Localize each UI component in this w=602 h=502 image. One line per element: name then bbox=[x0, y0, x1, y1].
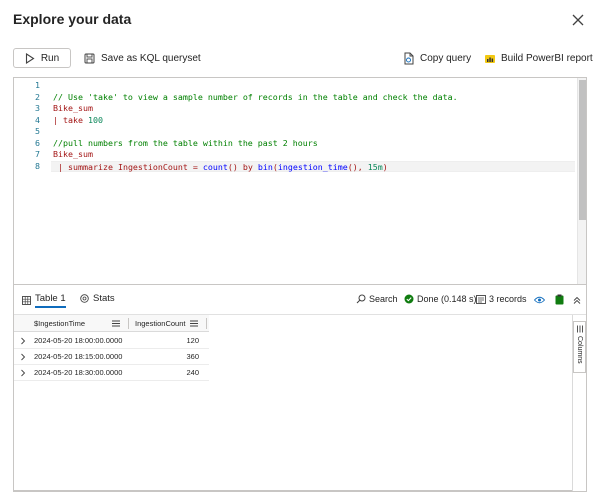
search-label: Search bbox=[369, 294, 398, 304]
table-icon bbox=[22, 296, 31, 305]
expand-row-chevron-icon[interactable] bbox=[20, 369, 26, 377]
line-number: 4 bbox=[35, 114, 40, 125]
line-number: 7 bbox=[35, 149, 40, 159]
stats-icon bbox=[80, 294, 89, 303]
table-row[interactable]: 2024-05-20 18:30:00.0000 240 bbox=[14, 365, 209, 381]
pipe-operator: | bbox=[53, 114, 63, 125]
record-count: 3 records bbox=[476, 294, 527, 304]
tab-table-1-label: Table 1 bbox=[35, 293, 66, 308]
line-number: 5 bbox=[35, 126, 40, 136]
editor-scrollbar-thumb[interactable] bbox=[579, 80, 586, 220]
columns-side-panel: Columns bbox=[572, 315, 586, 491]
run-button[interactable]: Run bbox=[13, 48, 71, 68]
count-function: count bbox=[202, 161, 228, 172]
search-icon bbox=[356, 294, 366, 304]
close-paren: ) bbox=[382, 161, 388, 172]
success-check-icon bbox=[404, 294, 414, 304]
line-number: 3 bbox=[35, 103, 40, 113]
expand-row-chevron-icon[interactable] bbox=[20, 353, 26, 361]
clipboard-icon[interactable] bbox=[555, 294, 564, 305]
records-text: 3 records bbox=[489, 294, 527, 304]
build-powerbi-label: Build PowerBI report bbox=[501, 52, 593, 64]
cell-ingestion-count: 120 bbox=[186, 336, 199, 345]
query-workspace: 1 2 3 4 5 6 7 8 // Use 'take' to view a … bbox=[13, 77, 587, 491]
copy-document-icon bbox=[404, 52, 414, 64]
cell-ingestion-time: 2024-05-20 18:00:00.0000 bbox=[34, 336, 123, 345]
search-results-button[interactable]: Search bbox=[356, 294, 398, 304]
column-menu-icon[interactable] bbox=[112, 320, 120, 327]
column-header-ingestion-count[interactable]: IngestionCount bbox=[135, 315, 185, 332]
code-area[interactable]: // Use 'take' to view a sample number of… bbox=[51, 80, 575, 172]
line-number: 8 bbox=[35, 160, 40, 171]
code-line-6-comment: //pull numbers from the table within the… bbox=[53, 137, 318, 148]
columns-icon bbox=[577, 325, 583, 333]
bin-function: bin bbox=[257, 161, 273, 172]
table-row[interactable]: 2024-05-20 18:15:00.0000 360 bbox=[14, 349, 209, 365]
pipe-operator: | bbox=[53, 161, 68, 172]
table-row[interactable]: 2024-05-20 18:00:00.0000 120 bbox=[14, 333, 209, 349]
cell-ingestion-time: 2024-05-20 18:30:00.0000 bbox=[34, 368, 123, 377]
summarize-clause: summarize IngestionCount = bbox=[68, 161, 203, 172]
take-count: 100 bbox=[87, 114, 103, 125]
ingestion-time-function: ingestion_time bbox=[277, 161, 348, 172]
save-label: Save as KQL queryset bbox=[101, 52, 201, 64]
take-keyword: take bbox=[63, 114, 88, 125]
line-number: 2 bbox=[35, 91, 40, 102]
save-as-kql-queryset-button[interactable]: Save as KQL queryset bbox=[84, 48, 201, 68]
results-toolbar: Table 1 Stats Search Done (0.148 s) 3 re… bbox=[14, 284, 586, 314]
tab-stats-label: Stats bbox=[93, 293, 115, 304]
powerbi-icon bbox=[485, 54, 495, 63]
run-label: Run bbox=[40, 52, 60, 64]
column-header-ingestion-time[interactable]: $IngestionTime bbox=[34, 315, 85, 332]
save-icon bbox=[84, 53, 95, 63]
copy-query-button[interactable]: Copy query bbox=[403, 48, 471, 68]
query-status: Done (0.148 s) bbox=[404, 294, 477, 304]
cell-ingestion-count: 360 bbox=[186, 352, 199, 361]
play-icon bbox=[25, 52, 35, 64]
code-line-3-table: Bike_sum bbox=[53, 103, 93, 113]
code-line-2-comment: // Use 'take' to view a sample number of… bbox=[53, 91, 458, 102]
editor-scrollbar[interactable] bbox=[577, 78, 586, 284]
results-grid: $IngestionTime IngestionCount 2024-05-20… bbox=[14, 314, 586, 491]
bin-size: 15m bbox=[367, 161, 383, 172]
columns-panel-button[interactable]: Columns bbox=[573, 321, 586, 373]
line-number: 1 bbox=[35, 80, 40, 90]
close-icon[interactable] bbox=[570, 12, 586, 28]
dialog-title: Explore your data bbox=[13, 11, 132, 27]
column-menu-icon[interactable] bbox=[190, 320, 198, 327]
line-number-gutter: 1 2 3 4 5 6 7 8 bbox=[14, 80, 40, 172]
collapse-chevron-up-icon[interactable] bbox=[573, 296, 581, 304]
tab-stats[interactable]: Stats bbox=[80, 293, 115, 304]
cell-ingestion-count: 240 bbox=[186, 368, 199, 377]
records-icon bbox=[476, 294, 486, 304]
cell-ingestion-time: 2024-05-20 18:15:00.0000 bbox=[34, 352, 123, 361]
grid-header: $IngestionTime IngestionCount bbox=[14, 315, 209, 332]
arg-separator: (), bbox=[347, 161, 368, 172]
column-resize-handle[interactable] bbox=[128, 318, 129, 329]
status-text: Done (0.148 s) bbox=[417, 294, 477, 304]
dialog-footer-divider bbox=[13, 491, 587, 492]
by-clause: () by bbox=[227, 161, 258, 172]
kql-editor[interactable]: 1 2 3 4 5 6 7 8 // Use 'take' to view a … bbox=[14, 78, 586, 284]
code-line-7-table: Bike_sum bbox=[53, 149, 93, 159]
code-line-8-current: | summarize IngestionCount = count() by … bbox=[51, 160, 575, 172]
explore-data-dialog: Explore your data Run Save as KQL querys… bbox=[0, 0, 602, 502]
column-resize-handle[interactable] bbox=[206, 318, 207, 329]
expand-row-chevron-icon[interactable] bbox=[20, 337, 26, 345]
visibility-eye-icon[interactable] bbox=[534, 296, 545, 304]
copy-query-label: Copy query bbox=[420, 52, 472, 64]
line-number: 6 bbox=[35, 137, 40, 148]
tab-table-1[interactable]: Table 1 bbox=[22, 293, 66, 308]
columns-panel-label: Columns bbox=[576, 336, 583, 364]
code-line-4: | take 100 bbox=[53, 115, 573, 127]
build-powerbi-report-button[interactable]: Build PowerBI report bbox=[484, 48, 593, 68]
